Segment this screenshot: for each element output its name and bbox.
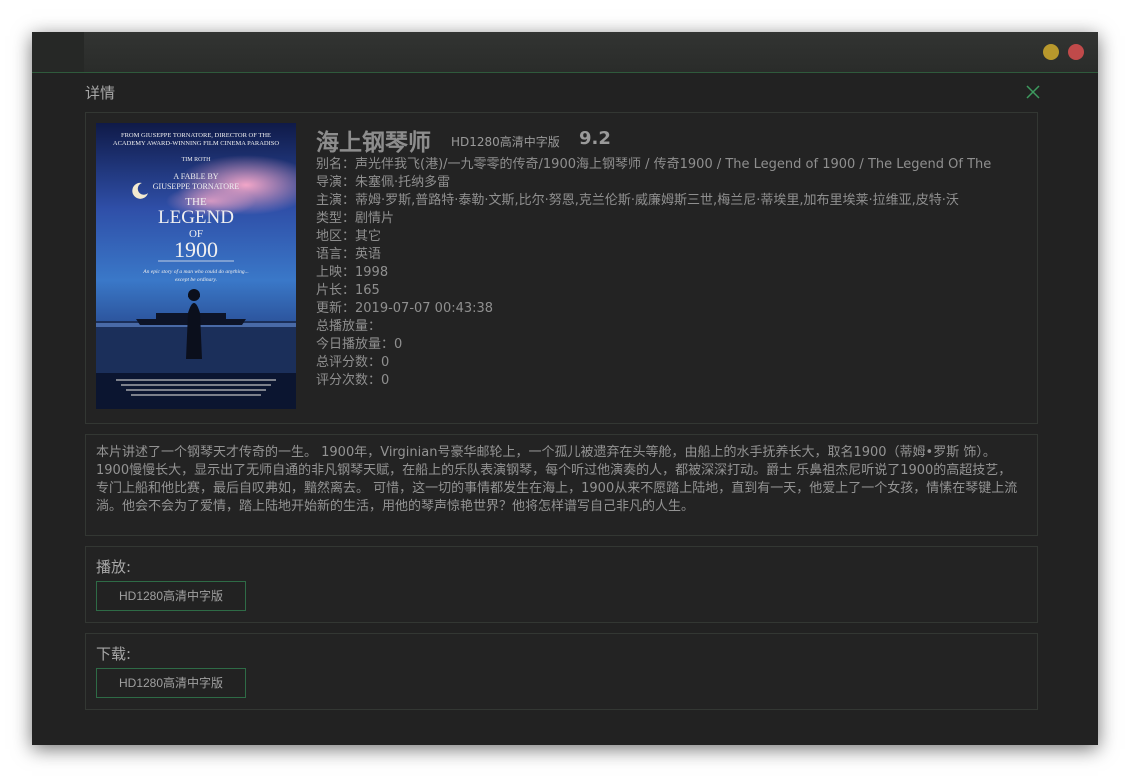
poster-fable-line-2: GIUSEPPE TORNATORE <box>153 182 240 191</box>
movie-score: 9.2 <box>579 128 611 149</box>
title-bar-left-block <box>32 32 84 72</box>
detail-total-score: 总评分数：0 <box>316 355 390 370</box>
download-source-button[interactable]: HD1280高清中字版 <box>96 668 246 698</box>
download-label: 下载: <box>96 645 132 663</box>
detail-alias: 别名：声光伴我飞(港)/一九零零的传奇/1900海上钢琴师 / 传奇1900 /… <box>316 157 992 172</box>
detail-updated: 更新：2019-07-07 00:43:38 <box>316 301 494 316</box>
detail-cast: 主演：蒂姆·罗斯,普路特·泰勒·文斯,比尔·努恩,克兰伦斯·威廉姆斯三世,梅兰尼… <box>316 193 959 208</box>
download-panel: 下载: HD1280高清中字版 <box>85 633 1038 710</box>
detail-total-plays: 总播放量： <box>316 319 382 334</box>
poster-credit-line-2: ACADEMY AWARD-WINNING FILM CINEMA PARADI… <box>113 140 280 147</box>
close-icon[interactable] <box>1024 83 1042 101</box>
minimize-button[interactable] <box>1043 44 1059 60</box>
movie-details: 别名：声光伴我飞(港)/一九零零的传奇/1900海上钢琴师 / 传奇1900 /… <box>316 156 1026 390</box>
detail-today-plays: 今日播放量：0 <box>316 337 403 352</box>
movie-title: 海上钢琴师 <box>316 130 431 156</box>
poster-title-year: 1900 <box>174 237 218 262</box>
poster-tagline-2: except be ordinary. <box>175 277 217 283</box>
detail-director: 导演：朱塞佩·托纳多雷 <box>316 175 451 190</box>
movie-poster: FROM GIUSEPPE TORNATORE, DIRECTOR OF THE… <box>96 123 296 409</box>
play-panel: 播放: HD1280高清中字版 <box>85 546 1038 623</box>
poster-actor: TIM ROTH <box>182 157 211 163</box>
detail-runtime: 片长：165 <box>316 283 380 298</box>
poster-tagline-1: An epic story of a man who could do anyt… <box>142 268 248 275</box>
play-label: 播放: <box>96 558 132 576</box>
detail-rating-count: 评分次数：0 <box>316 373 390 388</box>
poster-fable-line-1: A FABLE BY <box>173 172 218 181</box>
detail-release: 上映：1998 <box>316 265 389 280</box>
title-bar[interactable] <box>32 32 1098 73</box>
app-window: 详情 FROM GIUSEPPE TORNATORE, DIRECTOR OF … <box>32 32 1098 745</box>
description-panel: 本片讲述了一个钢琴天才传奇的一生。 1900年，Virginian号豪华邮轮上，… <box>85 434 1038 536</box>
poster-title-legend: LEGEND <box>158 207 234 228</box>
movie-info-panel: FROM GIUSEPPE TORNATORE, DIRECTOR OF THE… <box>85 112 1038 424</box>
movie-description: 本片讲述了一个钢琴天才传奇的一生。 1900年，Virginian号豪华邮轮上，… <box>96 445 1018 514</box>
poster-credit-line-1: FROM GIUSEPPE TORNATORE, DIRECTOR OF THE <box>121 132 271 139</box>
movie-version: HD1280高清中字版 <box>451 135 560 149</box>
detail-genre: 类型：剧情片 <box>316 211 395 226</box>
window-close-button[interactable] <box>1068 44 1084 60</box>
detail-region: 地区：其它 <box>316 229 382 244</box>
detail-language: 语言：英语 <box>316 247 382 262</box>
dialog-title: 详情 <box>85 84 116 102</box>
play-source-button[interactable]: HD1280高清中字版 <box>96 581 246 611</box>
